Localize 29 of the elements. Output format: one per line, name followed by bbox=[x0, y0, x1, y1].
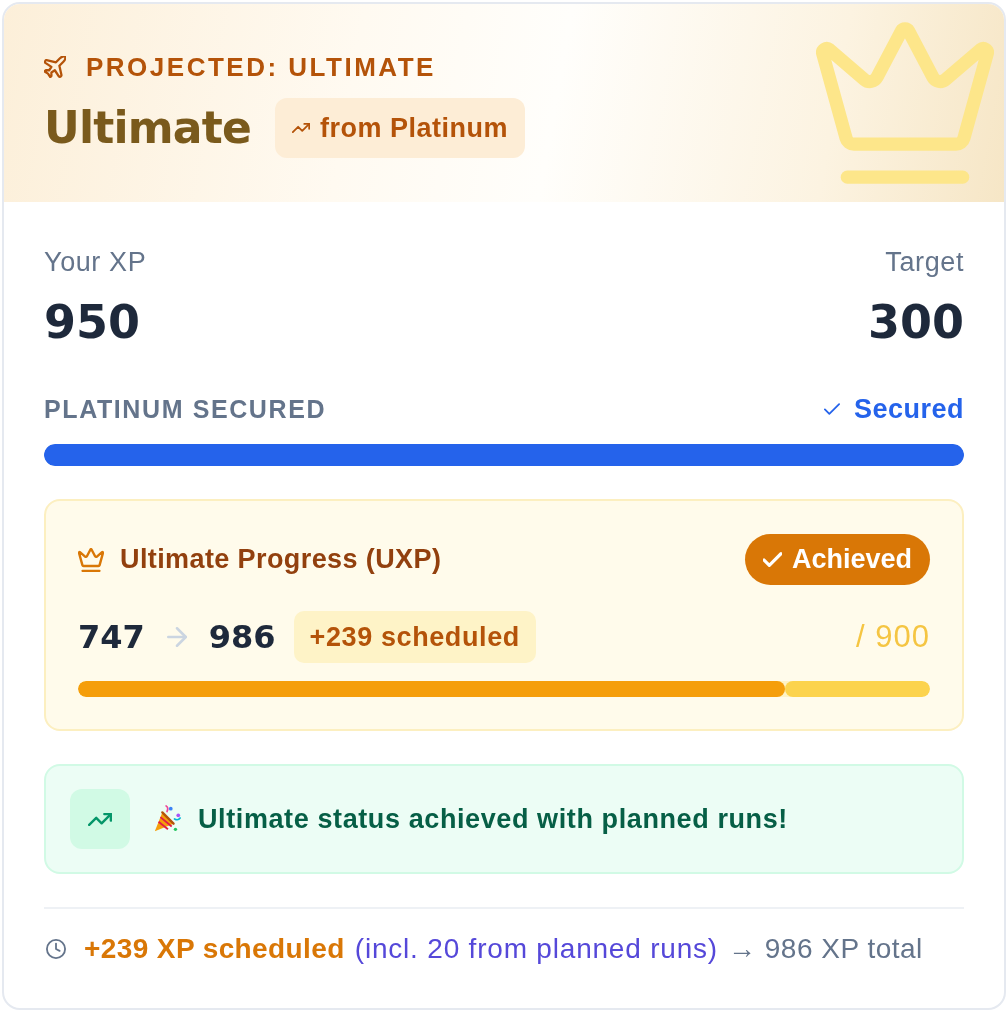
target-label: Target bbox=[885, 246, 964, 278]
uxp-title: Ultimate Progress (UXP) bbox=[120, 544, 442, 575]
check-icon bbox=[823, 403, 840, 415]
target-value: 300 bbox=[867, 294, 964, 350]
projected-tier-label: PROJECTED: ULTIMATE bbox=[86, 52, 436, 82]
projected-uxp-value: 986 bbox=[208, 618, 276, 656]
secured-status-text: Secured bbox=[853, 393, 964, 425]
current-uxp-value: 747 bbox=[78, 618, 145, 656]
trending-up-icon bbox=[291, 123, 310, 133]
status-label: Achieved bbox=[791, 544, 912, 575]
your-xp-value: 950 bbox=[44, 294, 141, 350]
check-icon bbox=[762, 552, 782, 567]
arrow-right-icon bbox=[166, 627, 187, 647]
crown-icon bbox=[78, 547, 104, 572]
planned-runs-note: (incl. 20 from planned runs) bbox=[354, 933, 718, 965]
total-xp-text: → 986 XP total bbox=[728, 933, 923, 965]
tier-change-label: from Platinum bbox=[319, 112, 508, 144]
plane-icon bbox=[44, 56, 66, 78]
success-message: Ultimate status achieved with planned runs! bbox=[198, 803, 788, 835]
uxp-target-value: / 900 bbox=[856, 619, 930, 655]
tier-title: Ultimate bbox=[44, 102, 251, 154]
scheduled-xp-text: +239 XP scheduled bbox=[84, 933, 345, 965]
crown-icon bbox=[816, 22, 994, 184]
party-popper-icon bbox=[152, 804, 182, 834]
scheduled-uxp-badge: +239 scheduled bbox=[293, 611, 536, 663]
clock-icon bbox=[46, 939, 66, 959]
secured-tier-label: PLATINUM SECURED bbox=[44, 394, 327, 424]
your-xp-label: Your XP bbox=[44, 246, 147, 278]
trending-up-icon bbox=[70, 789, 130, 849]
